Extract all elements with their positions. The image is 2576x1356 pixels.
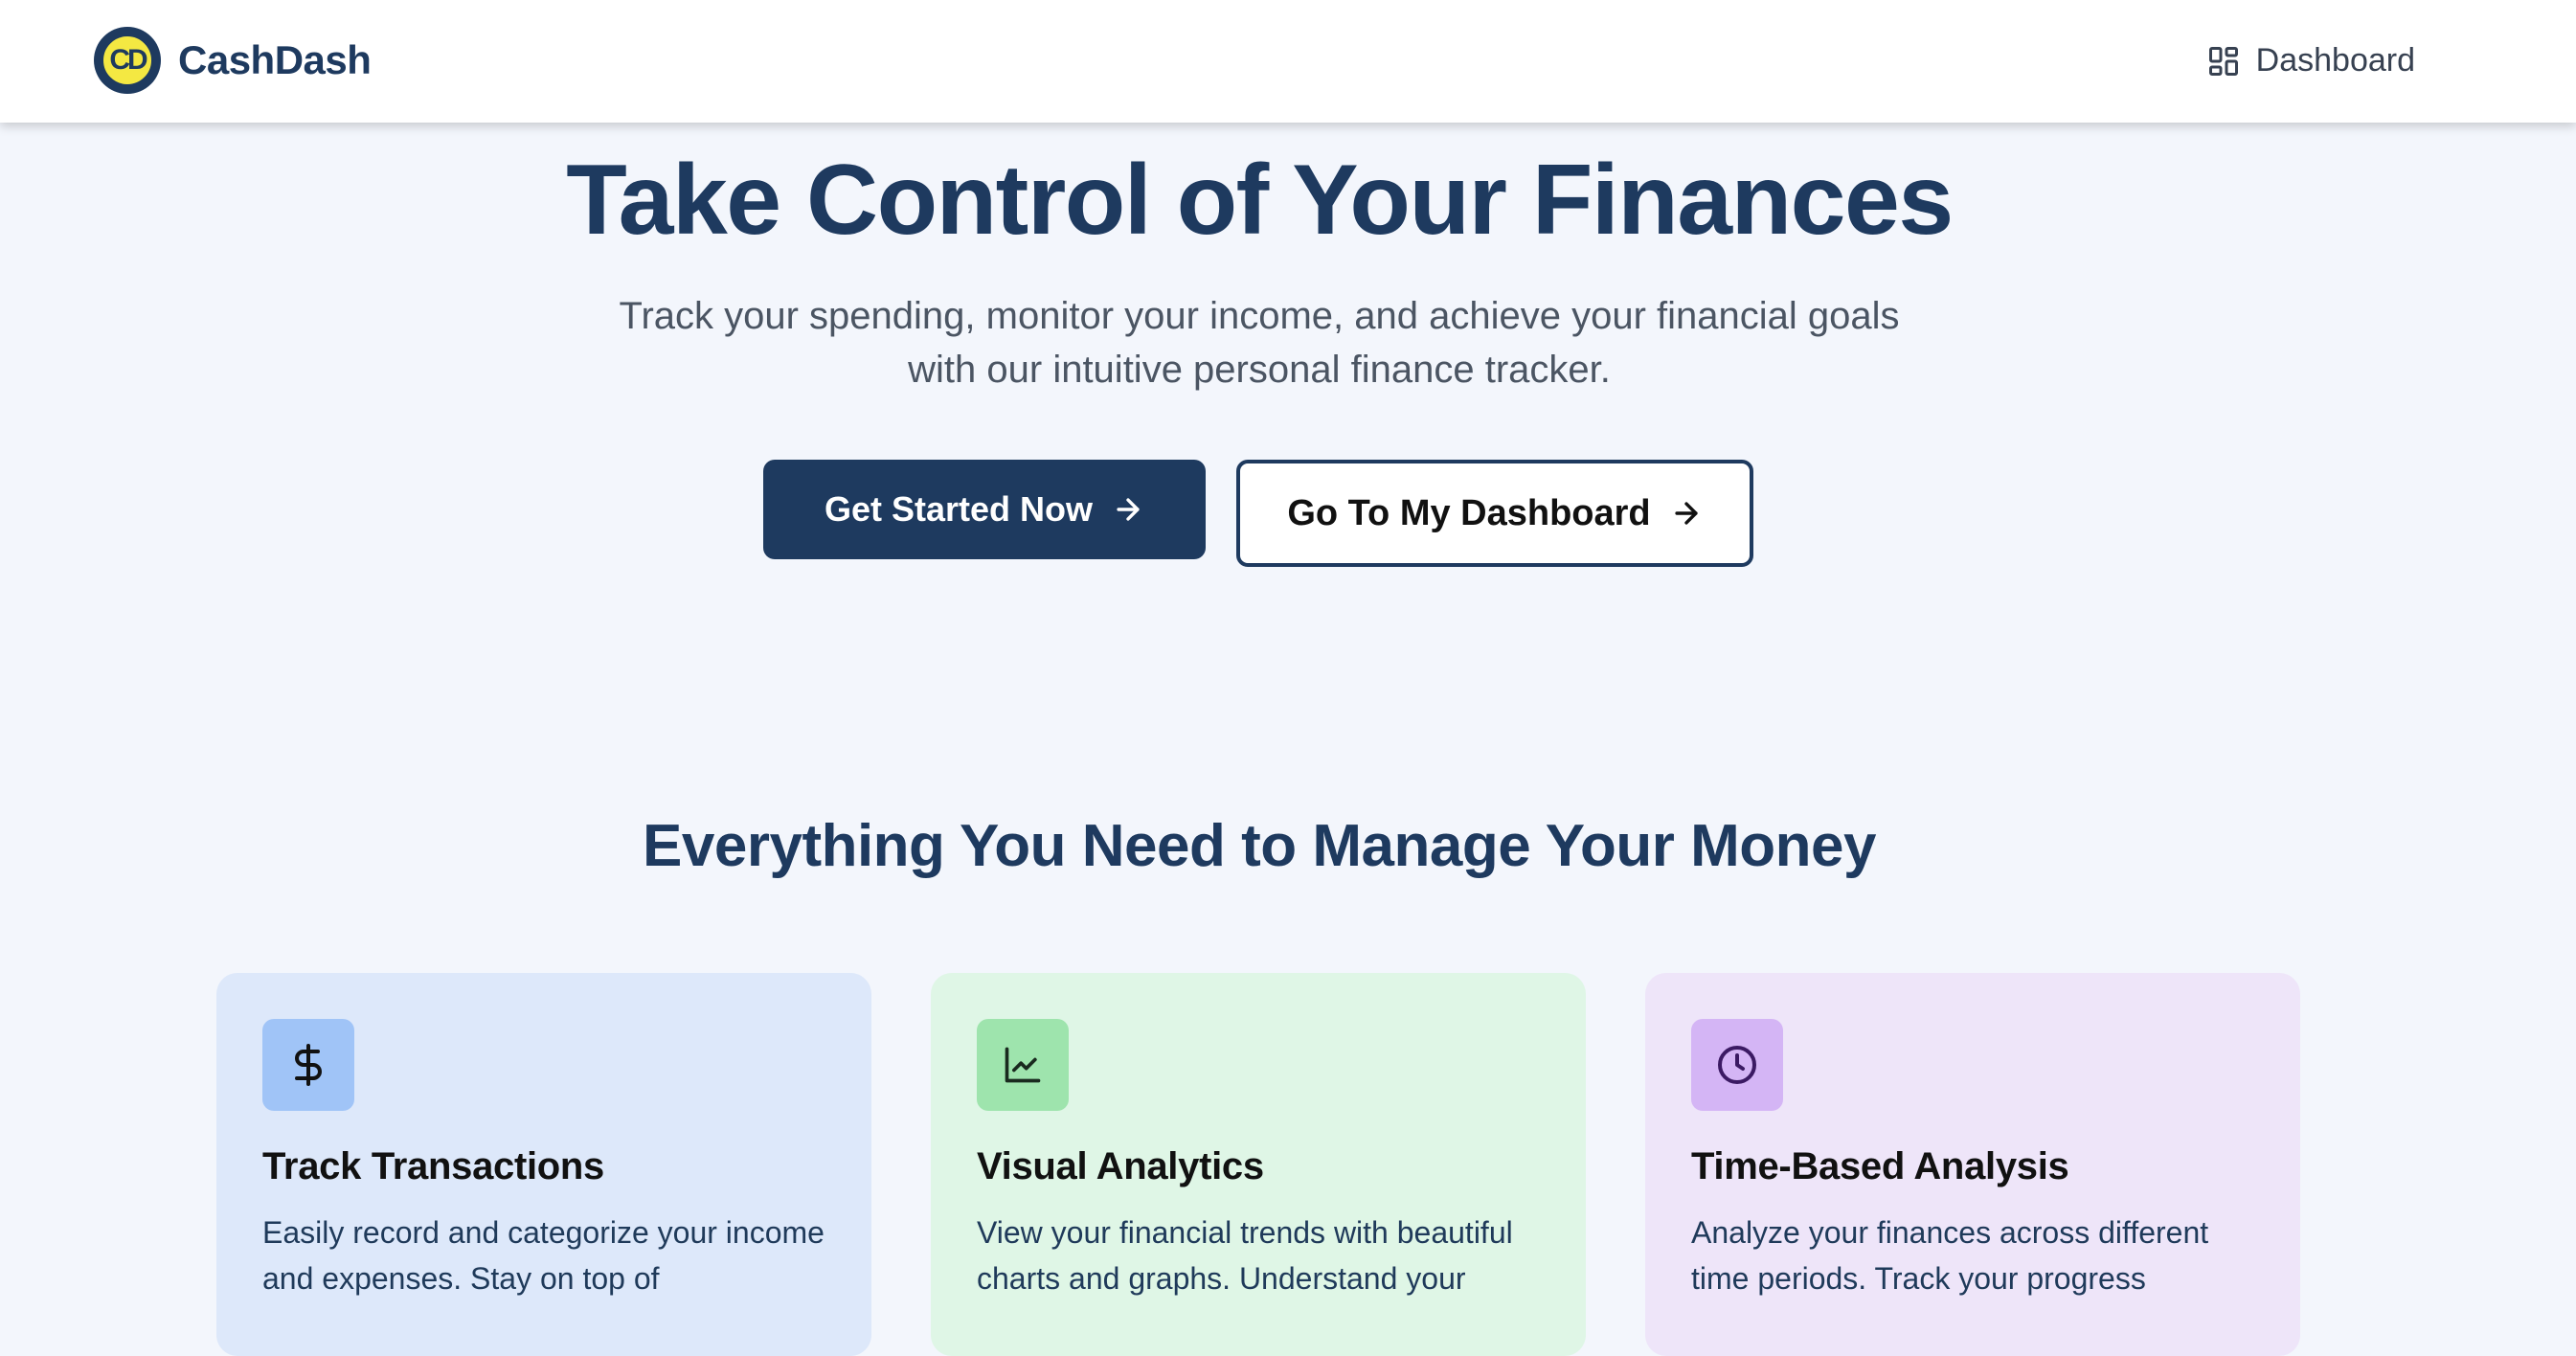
navbar: CD CashDash Dashboard: [0, 0, 2576, 123]
nav-dashboard-label: Dashboard: [2255, 42, 2415, 79]
dollar-icon: [262, 1019, 354, 1111]
go-to-dashboard-label: Go To My Dashboard: [1287, 492, 1651, 533]
feature-card-visual-analytics: Visual Analytics View your financial tre…: [931, 973, 1586, 1356]
card-description: Analyze your finances across different t…: [1691, 1215, 2209, 1296]
grid-icon: [2208, 46, 2238, 76]
feature-card-track-transactions: Track Transactions Easily record and cat…: [216, 973, 871, 1356]
card-title: Track Transactions: [262, 1145, 605, 1187]
get-started-label: Get Started Now: [824, 489, 1094, 529]
features-title: Everything You Need to Manage Your Money: [643, 813, 1876, 879]
logo-icon: CD: [94, 27, 161, 94]
nav-dashboard-link[interactable]: Dashboard: [2206, 42, 2415, 79]
hero-subtitle: Track your spending, monitor your income…: [619, 295, 1900, 391]
hero-title: Take Control of Your Finances: [566, 145, 1954, 256]
go-to-dashboard-button[interactable]: Go To My Dashboard: [1236, 460, 1753, 567]
chart-icon: [977, 1019, 1069, 1111]
card-description: View your financial trends with beautifu…: [977, 1215, 1513, 1296]
logo-text: CD: [100, 33, 155, 88]
card-title: Visual Analytics: [977, 1145, 1264, 1187]
arrow-right-icon: [1675, 502, 1698, 525]
logo-link[interactable]: CD CashDash: [94, 27, 372, 94]
get-started-button[interactable]: Get Started Now: [763, 460, 1206, 559]
card-title: Time-Based Analysis: [1691, 1145, 2069, 1187]
arrow-right-icon: [1117, 498, 1140, 521]
feature-card-time-based-analysis: Time-Based Analysis Analyze your finance…: [1645, 973, 2300, 1356]
card-description: Easily record and categorize your income…: [262, 1215, 825, 1296]
brand-name: CashDash: [178, 37, 372, 82]
clock-icon: [1691, 1019, 1783, 1111]
